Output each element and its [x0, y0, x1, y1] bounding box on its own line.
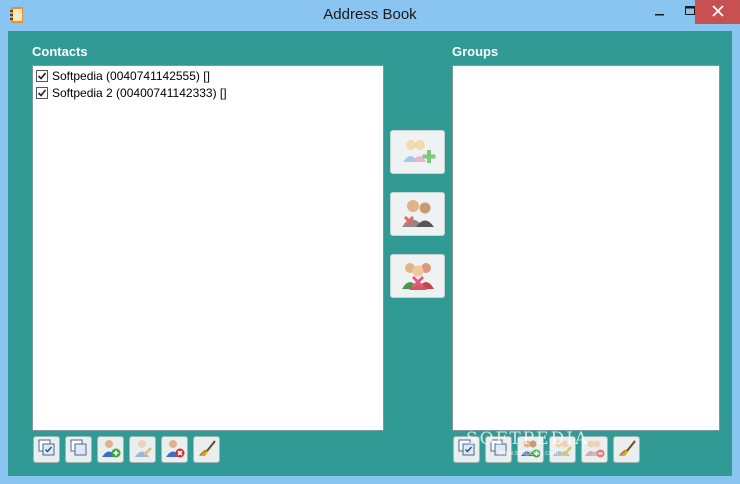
close-button[interactable] [695, 0, 740, 24]
contacts-label: Contacts [32, 44, 88, 59]
delete-group-button[interactable] [581, 436, 608, 463]
contacts-copy-button[interactable] [65, 436, 92, 463]
groups-copy-button[interactable] [485, 436, 512, 463]
contacts-clear-button[interactable] [193, 436, 220, 463]
copy-icon [70, 439, 88, 460]
add-group-icon [520, 438, 541, 461]
edit-group-button[interactable] [549, 436, 576, 463]
list-item[interactable]: Softpedia 2 (00400741142333) [] [33, 85, 383, 101]
clear-icon [197, 438, 217, 461]
remove-from-group-button[interactable] [390, 192, 445, 236]
contacts-select-all-button[interactable] [33, 436, 60, 463]
add-group-button[interactable] [517, 436, 544, 463]
maximize-icon [685, 5, 695, 19]
contact-label: Softpedia (0040741142555) [] [52, 69, 210, 83]
add-to-group-icon [399, 136, 437, 169]
groups-label: Groups [452, 44, 499, 59]
delete-contact-icon [165, 438, 185, 461]
main-panel: Contacts Groups Softpedia (0040741142555… [8, 31, 732, 476]
window-title: Address Book [323, 6, 417, 23]
list-item[interactable]: Softpedia (0040741142555) [] [33, 68, 383, 84]
contact-checkbox[interactable] [36, 87, 48, 99]
add-contact-icon [101, 438, 121, 461]
delete-group-icon [584, 438, 605, 461]
title-bar[interactable]: Address Book [0, 0, 740, 31]
remove-from-group-icon [399, 197, 437, 232]
add-to-group-button[interactable] [390, 130, 445, 174]
edit-group-icon [552, 438, 573, 461]
delete-contact-button[interactable] [161, 436, 188, 463]
close-icon [711, 4, 724, 20]
groups-select-all-button[interactable] [453, 436, 480, 463]
edit-contact-button[interactable] [129, 436, 156, 463]
edit-contact-icon [133, 438, 153, 461]
contact-checkbox[interactable] [36, 70, 48, 82]
groups-list[interactable] [452, 65, 720, 431]
select-all-icon [458, 439, 476, 460]
contacts-list[interactable]: Softpedia (0040741142555) [] Softpedia 2… [32, 65, 384, 431]
copy-icon [490, 439, 508, 460]
minimize-button[interactable] [645, 0, 675, 24]
select-all-icon [38, 439, 56, 460]
add-contact-button[interactable] [97, 436, 124, 463]
groups-clear-button[interactable] [613, 436, 640, 463]
clear-icon [617, 438, 637, 461]
minimize-icon [655, 5, 665, 19]
delete-group-members-icon [399, 259, 437, 294]
delete-group-members-button[interactable] [390, 254, 445, 298]
address-book-window: Address Book Contacts Groups Softpedia (… [0, 0, 740, 484]
contact-label: Softpedia 2 (00400741142333) [] [52, 86, 227, 100]
